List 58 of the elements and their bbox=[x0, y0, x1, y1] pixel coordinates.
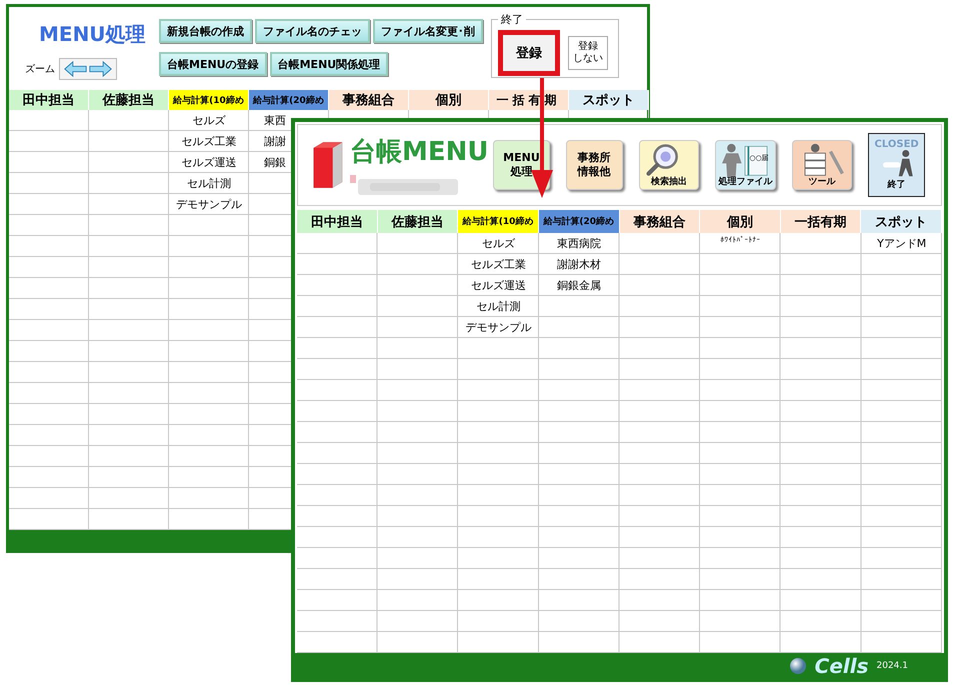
menu-button[interactable]: 台帳MENUの登録 bbox=[159, 52, 267, 76]
column-header: 個別 bbox=[700, 210, 781, 233]
table-cell-text: 東西病院 bbox=[556, 236, 602, 252]
exit-button[interactable]: 登録 しない bbox=[568, 36, 608, 70]
version-label: 2024.1 bbox=[876, 660, 908, 670]
column-header: 田中担当 bbox=[9, 90, 89, 110]
table-cell-text: セルズ工業 bbox=[180, 134, 238, 150]
button-label: 終了 bbox=[888, 178, 906, 192]
zoom-label: ズーム bbox=[25, 63, 55, 76]
column-header: 給与計算(20締め bbox=[249, 90, 329, 110]
table-cell-text: セルズ bbox=[192, 112, 226, 128]
table-cell-text: 東西 bbox=[263, 112, 287, 128]
zoom-button[interactable] bbox=[59, 58, 117, 80]
table-cell-text: セルズ運送 bbox=[180, 154, 238, 170]
menu-button[interactable]: CLOSED 終了 bbox=[868, 133, 926, 197]
table-cell-text: デモサンプル bbox=[175, 196, 243, 212]
menu-button[interactable]: ファイル名のチェッ bbox=[255, 19, 370, 43]
table-cell-text: セルズ工業 bbox=[470, 256, 528, 272]
window-title: MENU処理 bbox=[39, 21, 146, 48]
table-cell-text: 銅銀金属 bbox=[556, 278, 602, 294]
table-cell-text: YアンドM bbox=[876, 236, 928, 252]
group-label: 終了 bbox=[500, 12, 524, 27]
menu-button[interactable]: 新規台帳の作成 bbox=[159, 19, 252, 43]
column-header: スポット bbox=[569, 90, 649, 110]
column-header: 給与計算(10締め bbox=[169, 90, 249, 110]
column-header: 個別 bbox=[409, 90, 489, 110]
column-header: 事務組合 bbox=[329, 90, 409, 110]
button-label: 検索抽出 bbox=[650, 177, 687, 187]
brand-label: Cells bbox=[814, 654, 868, 678]
column-header: 一括有期 bbox=[780, 210, 862, 233]
table-cell-text: デモサンプル bbox=[464, 320, 533, 336]
column-header: スポット bbox=[861, 210, 942, 233]
column-header: 一括有期 bbox=[489, 90, 569, 110]
table-cell-text: 銅銀 bbox=[263, 154, 287, 170]
column-header: 給与計算(10締め bbox=[458, 210, 539, 233]
table-cell-text: セルズ bbox=[481, 236, 516, 252]
button-label: 処理ファイル bbox=[718, 177, 772, 187]
window-title: 台帳MENU bbox=[350, 136, 489, 168]
column-header: 佐藤担当 bbox=[378, 210, 458, 233]
table-cell-text: 謝謝 bbox=[263, 134, 287, 150]
menu-button[interactable]: 検索抽出 bbox=[638, 140, 700, 190]
button-label: ツール bbox=[808, 177, 836, 187]
table-cell-text: セル計測 bbox=[186, 176, 232, 192]
exit-button[interactable]: 登録 bbox=[498, 30, 560, 76]
table-cell-text: セルズ運送 bbox=[470, 278, 528, 294]
menu-button[interactable]: 台帳MENU関係処理 bbox=[270, 52, 388, 76]
column-header: 田中担当 bbox=[297, 210, 378, 233]
menu-button[interactable]: ツール bbox=[792, 140, 852, 190]
arrows-icon bbox=[63, 60, 113, 78]
closed-label: CLOSED bbox=[874, 138, 919, 150]
column-header: 事務組合 bbox=[620, 210, 700, 233]
column-header: 給与計算(20締め bbox=[538, 210, 620, 233]
menu-button[interactable]: ファイル名変更･削 bbox=[373, 19, 483, 43]
column-header: 佐藤担当 bbox=[89, 90, 169, 110]
table-cell-text: 謝謝木材 bbox=[556, 256, 602, 272]
globe-icon bbox=[788, 656, 807, 674]
table-cell-text: セル計測 bbox=[476, 298, 522, 314]
menu-button[interactable]: 事務所 情報他 bbox=[566, 140, 623, 190]
